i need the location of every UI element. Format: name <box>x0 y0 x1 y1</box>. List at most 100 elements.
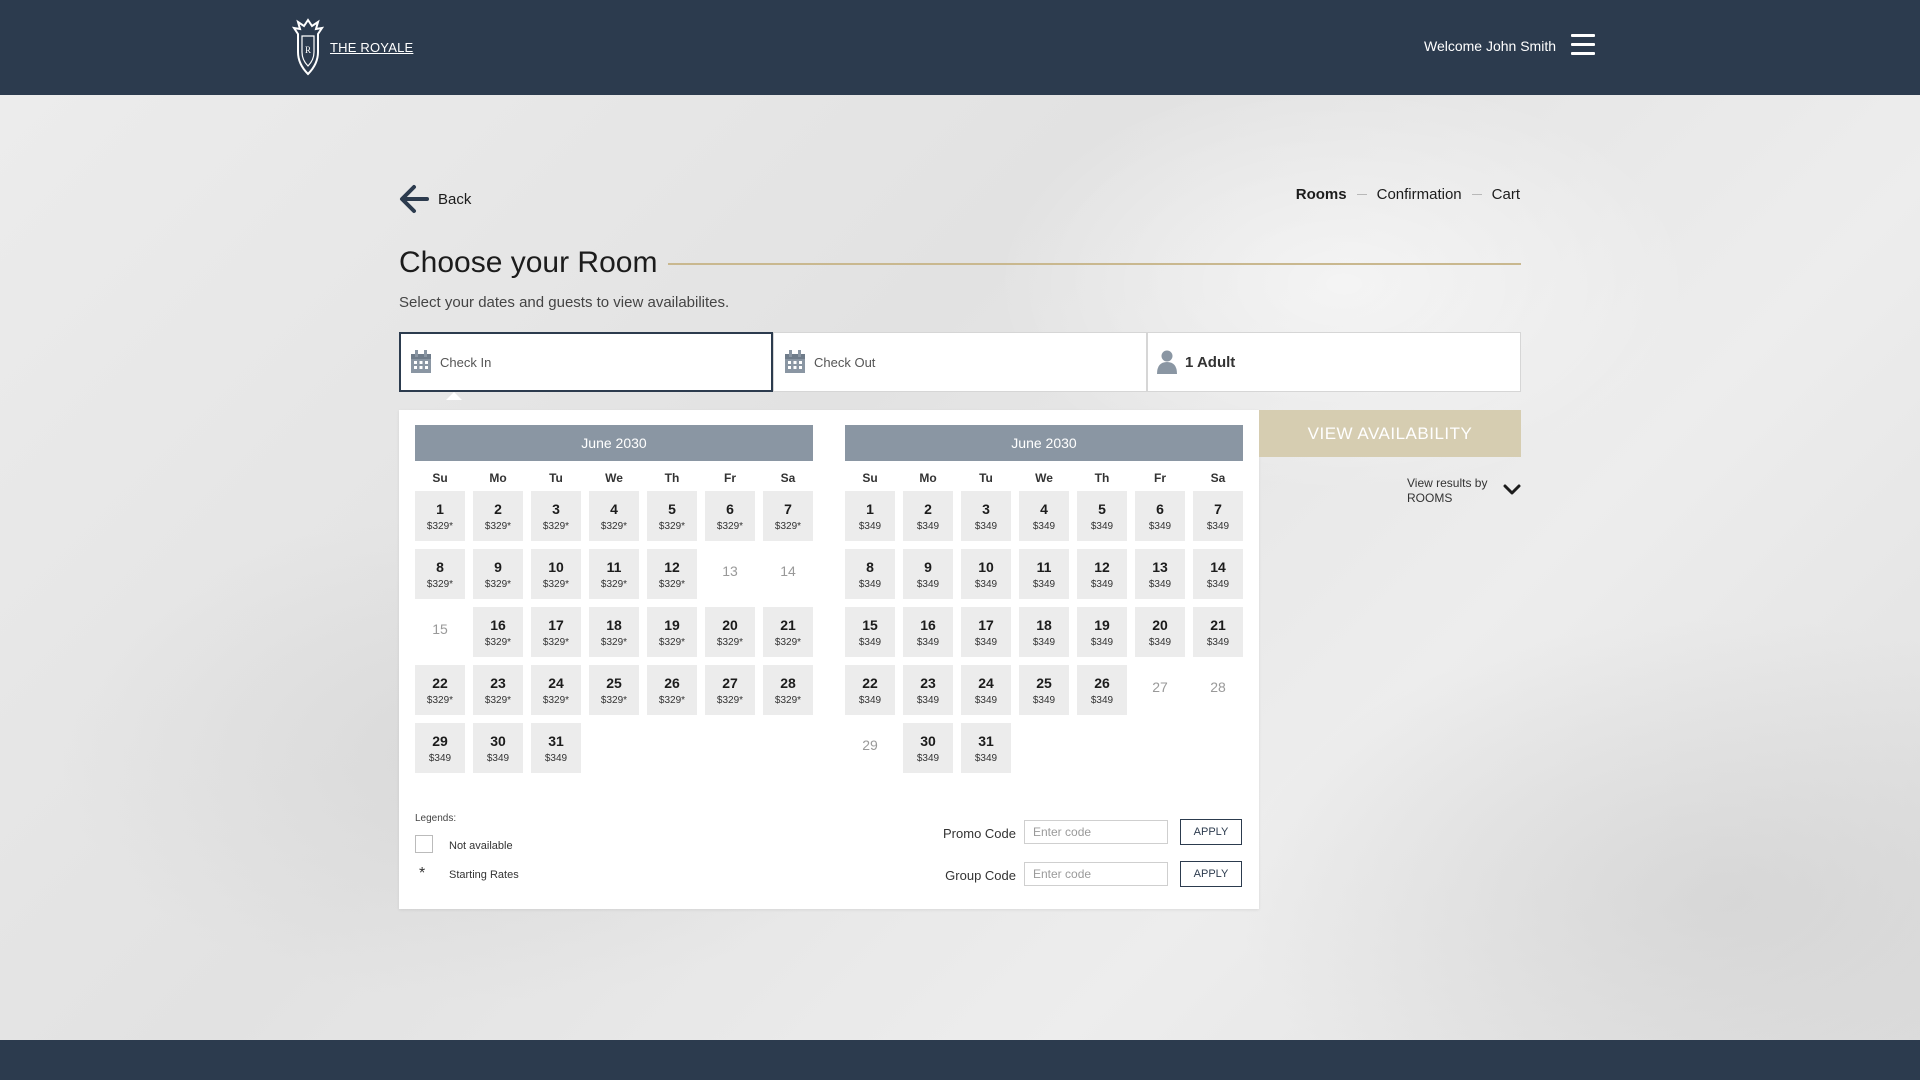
day-number: 17 <box>548 616 564 633</box>
calendar-day[interactable]: 7 $349 <box>1193 491 1243 541</box>
calendar-day[interactable]: 21 $329* <box>763 607 813 657</box>
calendar-day[interactable]: 5 $329* <box>647 491 697 541</box>
weekday-label: Mo <box>489 471 507 485</box>
day-price: $329* <box>484 636 512 648</box>
calendar-day[interactable]: 16 $349 <box>903 607 953 657</box>
step-confirmation[interactable]: Confirmation <box>1377 186 1462 203</box>
calendar-day[interactable]: 27 $329* <box>705 665 755 715</box>
legend-not-available-swatch <box>415 835 433 853</box>
calendar-day[interactable]: 21 $349 <box>1193 607 1243 657</box>
calendar-day[interactable]: 12 $349 <box>1077 549 1127 599</box>
view-results-toggle[interactable]: View results by ROOMS <box>1407 476 1487 506</box>
calendar-day[interactable]: 2 $349 <box>903 491 953 541</box>
calendar-day[interactable]: 29 $349 <box>415 723 465 773</box>
weekday-label: Tu <box>549 471 563 485</box>
calendar-day[interactable]: 11 $329* <box>589 549 639 599</box>
calendar-day[interactable]: 8 $349 <box>845 549 895 599</box>
day-number: 5 <box>668 500 676 517</box>
calendar-day[interactable]: 15 $349 <box>845 607 895 657</box>
calendar-day[interactable]: 13 $349 <box>1135 549 1185 599</box>
hamburger-icon[interactable] <box>1571 34 1597 60</box>
step-cart[interactable]: Cart <box>1492 186 1520 203</box>
calendar-day[interactable]: 23 $329* <box>473 665 523 715</box>
dropdown-caret <box>446 392 462 400</box>
calendar-day[interactable]: 12 $329* <box>647 549 697 599</box>
calendar-day[interactable]: 31 $349 <box>961 723 1011 773</box>
calendar-day[interactable]: 25 $329* <box>589 665 639 715</box>
calendar-day[interactable]: 18 $349 <box>1019 607 1069 657</box>
calendar-day[interactable]: 1 $329* <box>415 491 465 541</box>
calendar-day[interactable]: 9 $329* <box>473 549 523 599</box>
calendar-day[interactable]: 17 $349 <box>961 607 1011 657</box>
calendar-day[interactable]: 23 $349 <box>903 665 953 715</box>
calendar-day[interactable]: 26 $349 <box>1077 665 1127 715</box>
day-number: 6 <box>726 500 734 517</box>
promo-apply-button[interactable]: APPLY <box>1180 819 1242 845</box>
calendar-day[interactable]: 28 $329* <box>763 665 813 715</box>
calendar-day[interactable]: 7 $329* <box>763 491 813 541</box>
chevron-down-icon[interactable] <box>1503 483 1521 497</box>
calendar-day[interactable]: 30 $349 <box>903 723 953 773</box>
calendar-day[interactable]: 14 $349 <box>1193 549 1243 599</box>
calendar-day[interactable]: 25 $349 <box>1019 665 1069 715</box>
calendar-day[interactable]: 31 $349 <box>531 723 581 773</box>
day-number: 23 <box>920 674 936 691</box>
brand-logo[interactable]: R THE ROYALE <box>288 18 413 76</box>
calendar-day[interactable]: 6 $329* <box>705 491 755 541</box>
promo-code-label: Promo Code <box>943 826 1016 841</box>
calendar-day[interactable]: 17 $329* <box>531 607 581 657</box>
check-in-label: Check In <box>440 354 492 370</box>
day-number: 8 <box>866 558 874 575</box>
calendar-day[interactable]: 2 $329* <box>473 491 523 541</box>
calendar-day[interactable]: 22 $329* <box>415 665 465 715</box>
calendar-day[interactable]: 5 $349 <box>1077 491 1127 541</box>
day-price: $349 <box>916 636 940 648</box>
group-apply-button[interactable]: APPLY <box>1180 861 1242 887</box>
calendar-day[interactable]: 3 $329* <box>531 491 581 541</box>
day-number: 21 <box>1210 616 1226 633</box>
calendar-day[interactable]: 24 $329* <box>531 665 581 715</box>
step-rooms[interactable]: Rooms <box>1296 186 1347 203</box>
logo-text[interactable]: THE ROYALE <box>330 40 413 55</box>
calendar-month-2: June 2030 Su Mo Tu We Th Fr Sa 1 $349 2 $349 3 $349… <box>845 425 1243 773</box>
calendar-day[interactable]: 26 $329* <box>647 665 697 715</box>
calendar-day[interactable]: 6 $349 <box>1135 491 1185 541</box>
day-number: 22 <box>862 674 878 691</box>
day-number: 29 <box>862 737 878 753</box>
check-out-field[interactable]: Check Out <box>773 332 1147 392</box>
calendar-day[interactable]: 30 $349 <box>473 723 523 773</box>
calendar-day[interactable]: 24 $349 <box>961 665 1011 715</box>
day-number: 4 <box>1040 500 1048 517</box>
guests-field[interactable]: 1 Adult <box>1147 332 1521 392</box>
calendar-day[interactable]: 1 $349 <box>845 491 895 541</box>
day-price: $349 <box>974 752 998 764</box>
promo-code-input[interactable] <box>1024 820 1168 844</box>
calendar-day[interactable]: 11 $349 <box>1019 549 1069 599</box>
calendar-day[interactable]: 20 $349 <box>1135 607 1185 657</box>
calendar-day[interactable]: 10 $329* <box>531 549 581 599</box>
calendar-day[interactable]: 18 $329* <box>589 607 639 657</box>
calendar-day[interactable]: 19 $349 <box>1077 607 1127 657</box>
calendar-day[interactable]: 16 $329* <box>473 607 523 657</box>
calendar-day[interactable]: 22 $349 <box>845 665 895 715</box>
day-price: $349 <box>916 694 940 706</box>
weekday-label: We <box>605 471 623 485</box>
back-button[interactable]: Back <box>398 183 471 215</box>
calendar-icon <box>785 350 805 373</box>
calendar-day[interactable]: 4 $329* <box>589 491 639 541</box>
check-in-field[interactable]: Check In <box>399 332 773 392</box>
calendar-day[interactable]: 3 $349 <box>961 491 1011 541</box>
calendar-day[interactable]: 4 $349 <box>1019 491 1069 541</box>
view-availability-button[interactable]: VIEW AVAILABILITY <box>1259 410 1521 457</box>
calendar-day-unavailable: 15 <box>415 607 465 657</box>
day-price: $349 <box>1090 694 1114 706</box>
day-number: 26 <box>1094 674 1110 691</box>
calendar-day[interactable]: 8 $329* <box>415 549 465 599</box>
day-number: 24 <box>548 674 564 691</box>
calendar-day[interactable]: 10 $349 <box>961 549 1011 599</box>
calendar-day[interactable]: 19 $329* <box>647 607 697 657</box>
calendar-day[interactable]: 20 $329* <box>705 607 755 657</box>
calendar-day[interactable]: 9 $349 <box>903 549 953 599</box>
group-code-input[interactable] <box>1024 862 1168 886</box>
step-separator <box>1471 194 1482 195</box>
